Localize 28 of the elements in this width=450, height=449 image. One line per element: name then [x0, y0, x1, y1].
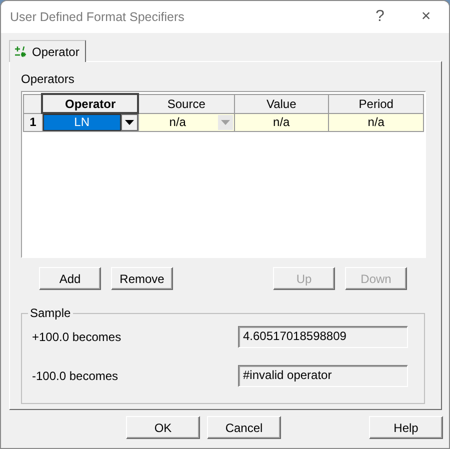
sample-label: +100.0 becomes: [32, 330, 122, 344]
dialog-button[interactable]: Cancel: [207, 416, 281, 439]
output-field: 4.60517018598809: [238, 326, 408, 348]
row-header[interactable]: 1: [24, 113, 42, 132]
output-field: #invalid operator: [238, 365, 408, 387]
help-button[interactable]: ?: [357, 8, 403, 26]
column-header[interactable]: Value: [234, 94, 329, 113]
caret-icon: [124, 120, 134, 125]
dropdown-button[interactable]: [120, 114, 138, 131]
operator-icon: [15, 46, 28, 57]
close-button[interactable]: ×: [403, 8, 449, 26]
table-cell[interactable]: n/a: [329, 114, 423, 131]
column-header[interactable]: Operator: [42, 94, 138, 113]
list-button[interactable]: Add: [39, 267, 101, 290]
tab[interactable]: Operator: [9, 40, 86, 62]
section-label: Operators: [21, 72, 76, 86]
dialog-button[interactable]: OK: [126, 416, 200, 439]
sample-label: -100.0 becomes: [32, 369, 120, 383]
dialog-button[interactable]: Help: [369, 416, 443, 439]
corner-cell: [24, 94, 42, 113]
caret-icon: [220, 120, 230, 125]
column-header[interactable]: Source: [138, 94, 234, 113]
table-cell[interactable]: n/a: [234, 114, 328, 131]
column-header[interactable]: Period: [328, 94, 424, 113]
window-title: User Defined Format Specifiers: [10, 10, 186, 24]
table-cell[interactable]: LN: [42, 114, 121, 131]
list-button[interactable]: Remove: [111, 267, 173, 290]
group-label: Sample: [28, 306, 73, 320]
